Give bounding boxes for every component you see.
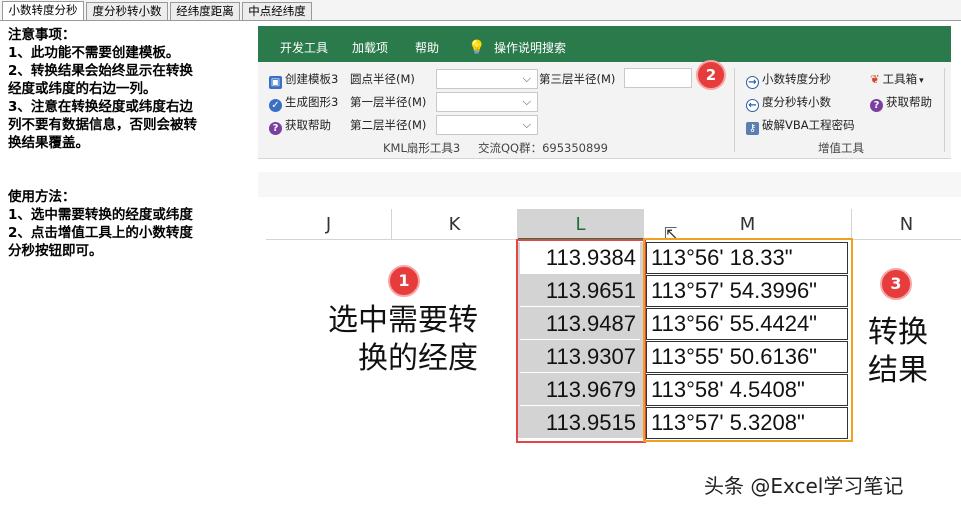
instructions-panel: 注意事项： 1、此功能不需要创建模板。 2、转换结果会始终显示在转换 经度或纬度… <box>8 26 254 260</box>
crack-vba-label: 破解VBA工程密码 <box>762 118 855 132</box>
create-template-label: 创建模板3 <box>285 72 339 86</box>
layer3-radius-input[interactable] <box>624 68 692 88</box>
generate-shape-button[interactable]: ✓ 生成图形3 <box>269 94 338 112</box>
dot-radius-label: 圆点半径(M) <box>350 72 415 86</box>
butterfly-icon: ❦ <box>870 72 880 86</box>
decimal-to-dms-button[interactable]: → 小数转度分秒 <box>746 71 831 89</box>
usage-line: 分秒按钮即可。 <box>8 243 103 259</box>
dms-to-decimal-label: 度分秒转小数 <box>762 95 831 109</box>
ribbon-divider <box>944 68 945 152</box>
decimal-to-dms-label: 小数转度分秒 <box>762 72 831 86</box>
toolbox-button[interactable]: ❦ 工具箱 ▾ <box>870 71 924 89</box>
arrow-left-icon: ← <box>746 99 759 112</box>
arrow-right-icon: → <box>746 76 759 89</box>
callout-3: 3 <box>880 268 912 300</box>
callout-2: 2 <box>696 60 726 90</box>
annotation-result: 结果 <box>868 353 928 388</box>
dms-to-decimal-button[interactable]: ← 度分秒转小数 <box>746 94 831 112</box>
usage-line: 1、选中需要转换的经度或纬度 <box>8 207 193 223</box>
dot-radius-select[interactable]: ⌵ <box>436 69 538 89</box>
note-line: 换结果覆盖。 <box>8 135 89 151</box>
chevron-down-icon: ⌵ <box>522 72 531 85</box>
ribbon-body: ▣ 创建模板3 ✓ 生成图形3 ? 获取帮助 圆点半径(M) ⌵ 第一层半径(M) ⌵… <box>258 60 951 159</box>
lightbulb-icon: 💡 <box>468 40 486 56</box>
note-line: 1、此功能不需要创建模板。 <box>8 45 180 61</box>
dropdown-icon: ▾ <box>919 76 924 86</box>
check-icon: ✓ <box>269 99 282 112</box>
column-header-l[interactable]: L <box>518 209 644 240</box>
crack-vba-button[interactable]: ⚷ 破解VBA工程密码 <box>746 117 855 135</box>
annotation-longitude: 换的经度 <box>358 341 478 376</box>
layer3-radius-label: 第三层半径(M) <box>539 72 616 86</box>
tab-dms-to-decimal[interactable]: 度分秒转小数 <box>86 2 168 20</box>
column-header-j[interactable]: J <box>266 209 392 240</box>
tab-midpoint[interactable]: 中点经纬度 <box>242 2 312 20</box>
notes-heading: 注意事项： <box>8 27 76 43</box>
note-line: 3、注意在转换经度或纬度右边 <box>8 99 193 115</box>
layer2-radius-select[interactable]: ⌵ <box>436 115 538 135</box>
get-help2-label: 获取帮助 <box>886 95 932 109</box>
tab-decimal-to-dms[interactable]: 小数转度分秒 <box>2 1 84 20</box>
layer1-radius-label: 第一层半径(M) <box>350 95 427 109</box>
column-header-k[interactable]: K <box>392 209 518 240</box>
template-icon: ▣ <box>269 76 282 89</box>
chevron-down-icon: ⌵ <box>522 118 531 131</box>
layer1-radius-select[interactable]: ⌵ <box>436 92 538 112</box>
formula-bar-area <box>258 172 961 197</box>
chevron-down-icon: ⌵ <box>522 95 531 108</box>
column-header-n[interactable]: N <box>852 209 961 240</box>
get-help-label: 获取帮助 <box>285 118 331 132</box>
help-icon: ? <box>870 99 883 112</box>
tab-bar: 小数转度分秒 度分秒转小数 经纬度距离 中点经纬度 <box>0 0 961 21</box>
qq-group-label: 交流QQ群：695350899 <box>478 141 608 155</box>
note-line: 经度或纬度的右边一列。 <box>8 81 157 97</box>
annotation-convert: 转换 <box>868 315 928 350</box>
ribbon-divider <box>734 68 735 152</box>
ribbon-tab-addins[interactable]: 加载项 <box>352 40 388 56</box>
tab-distance[interactable]: 经纬度距离 <box>170 2 240 20</box>
generate-shape-label: 生成图形3 <box>285 95 339 109</box>
watermark: 头条 @Excel学习笔记 <box>704 474 904 498</box>
note-line: 2、转换结果会始终显示在转换 <box>8 63 193 79</box>
usage-heading: 使用方法： <box>8 189 76 205</box>
toolbox-label: 工具箱 <box>882 72 918 86</box>
callout-1: 1 <box>388 265 420 297</box>
red-highlight-box <box>516 239 646 443</box>
addon-group-label: 增值工具 <box>818 141 864 155</box>
layer2-radius-label: 第二层半径(M) <box>350 118 427 132</box>
key-icon: ⚷ <box>746 122 759 135</box>
get-help-button[interactable]: ? 获取帮助 <box>269 117 331 135</box>
kml-group-label: KML扇形工具3 <box>383 141 461 155</box>
ribbon-tab-help[interactable]: 帮助 <box>415 40 439 56</box>
note-line: 列不要有数据信息，否则会被转 <box>8 117 197 133</box>
usage-line: 2、点击增值工具上的小数转度 <box>8 225 193 241</box>
annotation-select: 选中需要转 <box>328 303 478 338</box>
help-icon: ? <box>269 122 282 135</box>
tell-me-search[interactable]: 操作说明搜索 <box>494 40 566 56</box>
orange-highlight-box <box>643 238 853 442</box>
ribbon-tab-developer[interactable]: 开发工具 <box>280 40 328 56</box>
get-help2-button[interactable]: ? 获取帮助 <box>870 94 932 112</box>
create-template-button[interactable]: ▣ 创建模板3 <box>269 71 338 89</box>
